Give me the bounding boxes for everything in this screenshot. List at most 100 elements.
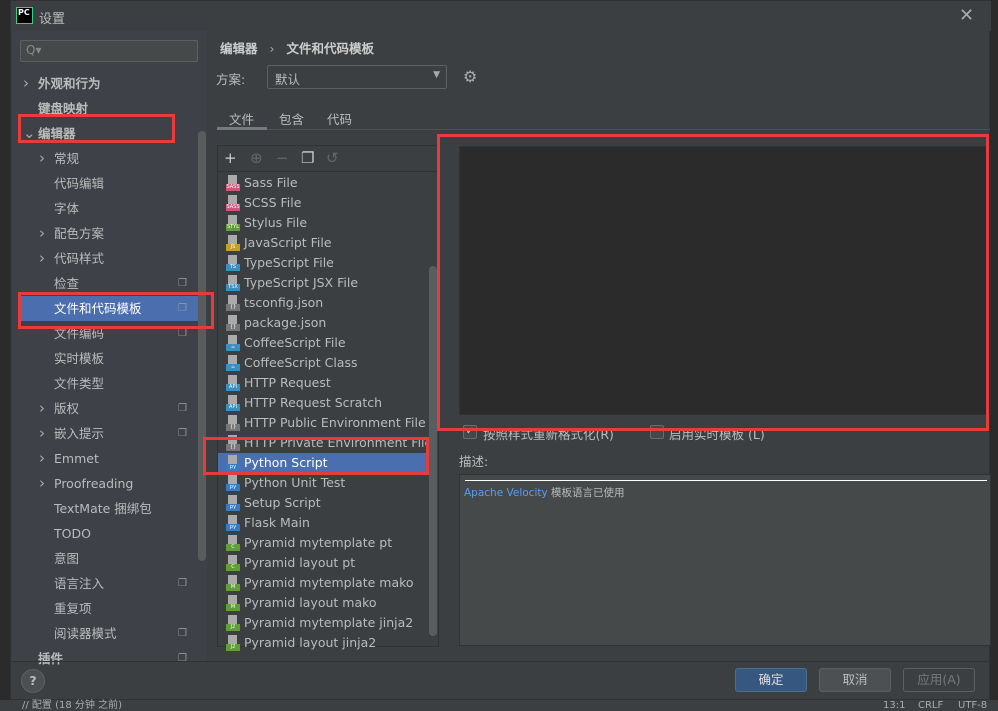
chevron-right-icon[interactable]: › [39,246,45,271]
template-name: HTTP Request Scratch [244,395,383,410]
template-list-item[interactable]: J2 Pyramid layout jinja2 [218,633,428,653]
template-name: HTTP Request [244,375,331,390]
ok-button[interactable]: 确定 [735,668,807,692]
chevron-down-icon: ▼ [433,70,440,80]
template-list-item[interactable]: API HTTP Request [218,373,428,393]
sidebar-item[interactable]: TextMate 捆绑包 [12,496,197,521]
template-list-item[interactable]: {} tsconfig.json [218,293,428,313]
sidebar-scrollbar[interactable] [198,131,206,561]
sidebar-item[interactable]: 字体 [12,196,197,221]
reset-icon[interactable]: ↺ [326,149,339,167]
chevron-right-icon[interactable]: › [39,396,45,421]
tab-files[interactable]: 文件 [229,109,254,128]
template-list-item[interactable]: C Pyramid mytemplate pt [218,533,428,553]
sidebar-item-label: 插件 [38,651,64,666]
template-list-item[interactable]: SASS Sass File [218,173,428,193]
sidebar-item[interactable]: 代码编辑 [12,171,197,196]
gear-icon[interactable]: ⚙ [463,67,477,86]
sidebar-item[interactable]: › 代码样式 [12,246,197,271]
template-list-item[interactable]: py Setup Script [218,493,428,513]
sidebar-item[interactable]: › 版权 ❐ [12,396,197,421]
sidebar-item-label: 字体 [54,201,80,216]
sidebar-item-label: 阅读器模式 [54,626,117,641]
template-list-item[interactable]: STYL Stylus File [218,213,428,233]
highlight-box-python-script [203,437,429,475]
template-list-item[interactable]: C Pyramid layout pt [218,553,428,573]
file-template-icon: STYL [226,215,240,231]
list-scrollbar[interactable] [429,266,437,636]
remove-icon[interactable]: − [276,149,289,167]
template-list-item[interactable]: JS JavaScript File [218,233,428,253]
pycharm-logo-icon: PC [16,7,33,24]
sidebar-item[interactable]: › 嵌入提示 ❐ [12,421,197,446]
sidebar-item[interactable]: TODO [12,521,197,546]
add-child-icon[interactable]: ⊕ [250,149,263,167]
template-name: SCSS File [244,195,302,210]
sidebar-item[interactable]: › 外观和行为 [12,71,197,96]
template-list-item[interactable]: {} HTTP Public Environment File [218,413,428,433]
velocity-link[interactable]: Apache Velocity [464,487,548,499]
chevron-right-icon[interactable]: › [39,146,45,171]
highlight-box-editor [18,114,175,143]
status-position[interactable]: 13:1 [883,700,905,711]
sidebar-item[interactable]: 意图 [12,546,197,571]
chevron-right-icon[interactable]: › [39,221,45,246]
template-name: CoffeeScript Class [244,355,358,370]
chevron-right-icon[interactable]: › [23,71,29,96]
add-icon[interactable]: + [224,149,237,167]
footer-divider [11,661,991,662]
chevron-right-icon[interactable]: › [39,471,45,496]
template-list-item[interactable]: {} package.json [218,313,428,333]
project-scope-icon: ❐ [178,428,187,439]
template-list-item[interactable]: ☕ CoffeeScript Class [218,353,428,373]
scheme-dropdown[interactable]: 默认 ▼ [267,65,447,89]
tab-code[interactable]: 代码 [327,109,352,128]
copy-icon[interactable]: ❐ [301,149,314,167]
template-name: tsconfig.json [244,295,324,310]
template-list-item[interactable]: TSX TypeScript JSX File [218,273,428,293]
file-template-icon: ☕ [226,335,240,351]
chevron-right-icon[interactable]: › [39,446,45,471]
template-list-item[interactable]: py Flask Main [218,513,428,533]
file-template-icon: py [226,475,240,491]
help-button[interactable]: ? [21,669,45,693]
template-name: Python Unit Test [244,475,346,490]
apply-button[interactable]: 应用(A) [903,668,975,692]
sidebar-item[interactable]: › 配色方案 [12,221,197,246]
status-encoding[interactable]: UTF-8 [958,700,987,711]
file-template-icon: ☕ [226,355,240,371]
sidebar-item[interactable]: 阅读器模式 ❐ [12,621,197,646]
template-list-item[interactable]: M Pyramid layout mako [218,593,428,613]
sidebar-item-label: 代码样式 [54,251,105,266]
description-label: 描述: [459,454,489,469]
template-list-item[interactable]: SASS SCSS File [218,193,428,213]
close-icon[interactable]: ✕ [959,5,974,26]
sidebar-item[interactable]: 插件 ❐ [12,646,197,671]
chevron-right-icon[interactable]: › [39,421,45,446]
template-list-item[interactable]: py Python Unit Test [218,473,428,493]
breadcrumb-parent[interactable]: 编辑器 [220,41,258,56]
status-eol[interactable]: CRLF [918,700,943,711]
tab-includes[interactable]: 包含 [279,109,304,128]
template-list-item[interactable]: API HTTP Request Scratch [218,393,428,413]
file-template-icon: API [226,375,240,391]
template-list-item[interactable]: ☕ CoffeeScript File [218,333,428,353]
sidebar-item[interactable]: 实时模板 [12,346,197,371]
template-list-item[interactable]: TS TypeScript File [218,253,428,273]
sidebar-item-label: 外观和行为 [38,76,101,91]
sidebar-item[interactable]: 文件类型 [12,371,197,396]
search-input[interactable]: Q▾ [20,40,198,62]
sidebar-item[interactable]: › Proofreading [12,471,197,496]
sidebar-item[interactable]: 语言注入 ❐ [12,571,197,596]
description-box: Apache Velocity 模板语言已使用 [459,474,991,646]
sidebar-item[interactable]: › Emmet [12,446,197,471]
template-list-item[interactable]: M Pyramid mytemplate mako [218,573,428,593]
file-template-icon: C [226,555,240,571]
sidebar-item[interactable]: › 常规 [12,146,197,171]
template-name: Pyramid layout pt [244,555,356,570]
file-template-icon: C [226,535,240,551]
sidebar-item[interactable]: 重复项 [12,596,197,621]
template-list-item[interactable]: J2 Pyramid mytemplate jinja2 [218,613,428,633]
cancel-button[interactable]: 取消 [819,668,891,692]
template-name: Pyramid mytemplate jinja2 [244,615,414,630]
